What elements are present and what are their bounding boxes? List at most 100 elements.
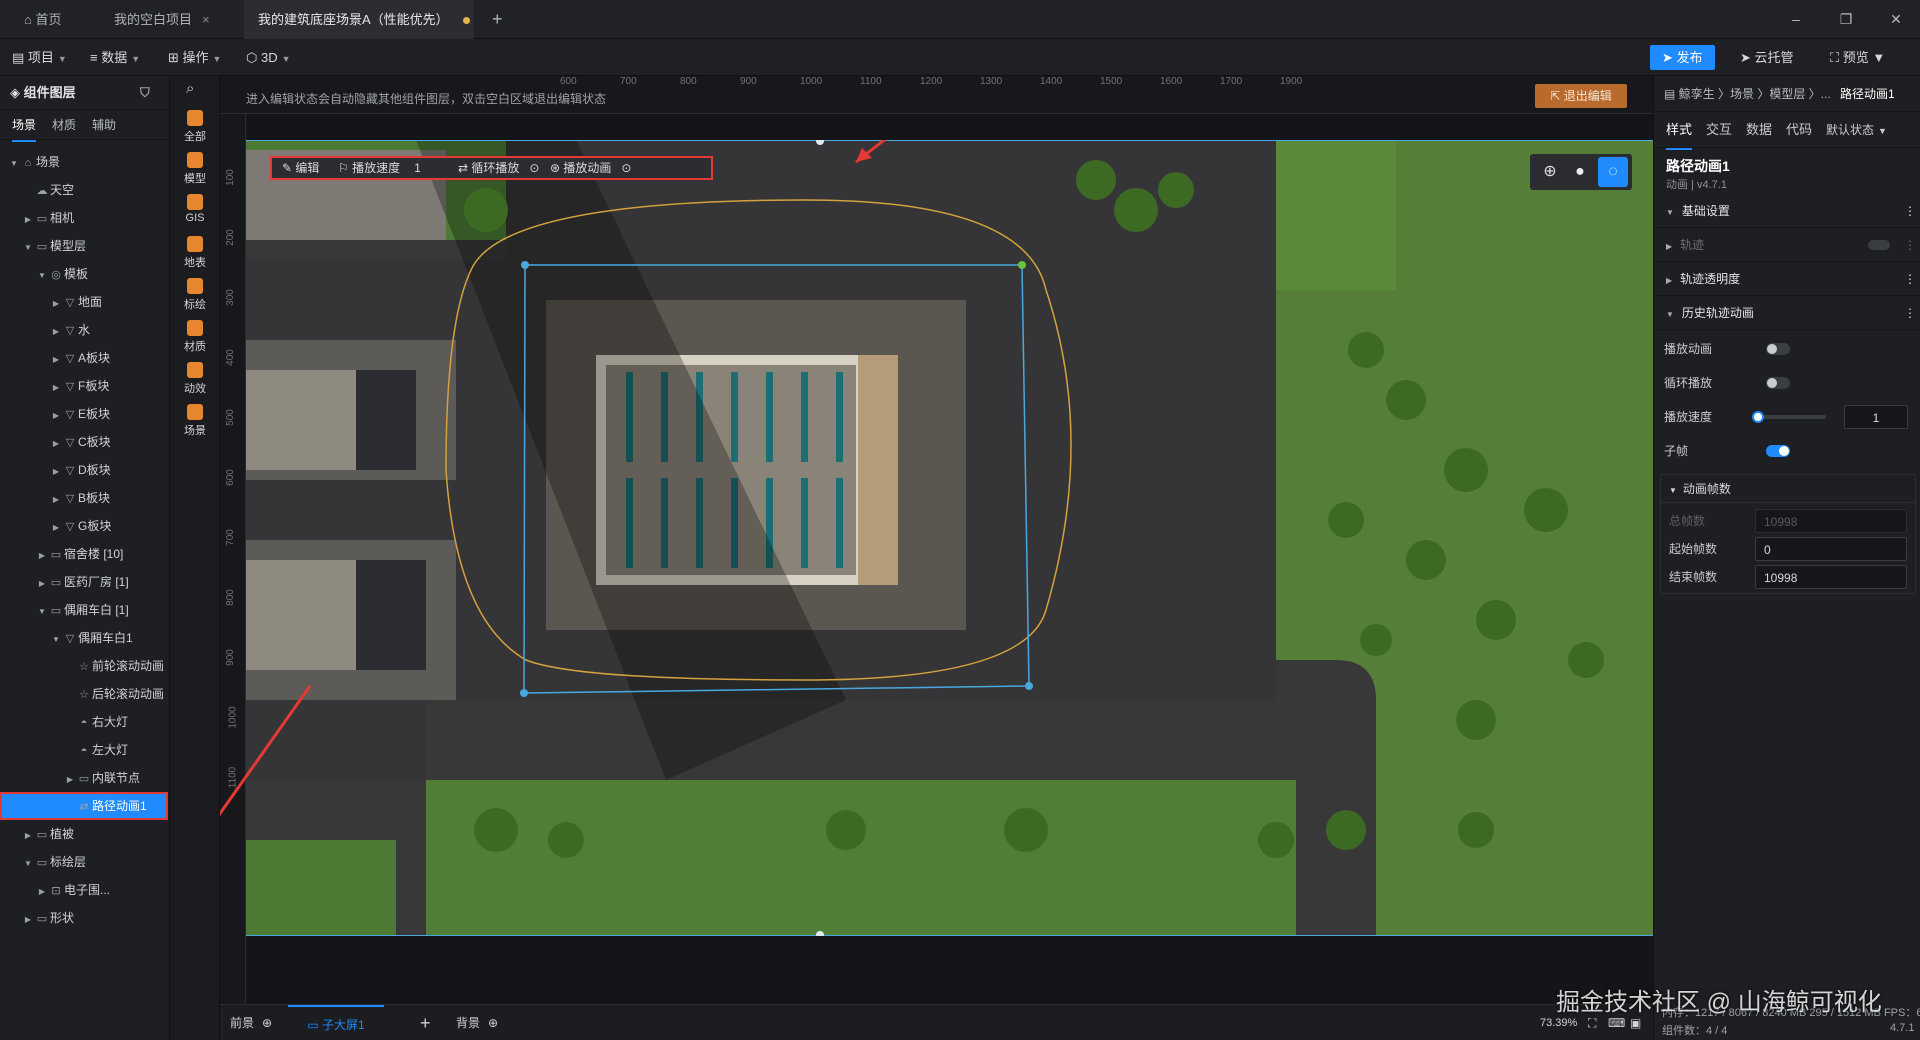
tree-item[interactable]: ▶ ▭ 植被 xyxy=(0,820,168,848)
close-icon[interactable]: × xyxy=(202,12,210,27)
category-4[interactable]: 标绘 xyxy=(170,278,220,312)
scene-viewport[interactable]: 600 700 800 900 1000 1100 1200 1300 1400 1500 1600… xyxy=(220,76,1653,1040)
chevron-right-icon[interactable]: ▶ xyxy=(22,906,34,934)
tree-item[interactable]: ▶ ▽ F板块 xyxy=(0,372,168,400)
end-frame-input[interactable]: 10998 xyxy=(1755,565,1907,589)
more-icon[interactable]: ⋮ xyxy=(1904,194,1916,228)
chevron-right-icon[interactable]: ▶ xyxy=(50,318,62,346)
tab-code[interactable]: 代码 xyxy=(1786,112,1812,148)
add-circle-icon[interactable]: ⊕ xyxy=(262,1016,272,1030)
play-animation-switch[interactable] xyxy=(1766,343,1790,355)
chevron-down-icon[interactable]: ▼ xyxy=(22,234,34,262)
minimize-button[interactable]: – xyxy=(1776,0,1816,39)
orbit-icon[interactable]: ◌ xyxy=(1598,157,1628,187)
chevron-down-icon[interactable]: ▼ xyxy=(22,850,34,878)
category-3[interactable]: 地表 xyxy=(170,236,220,270)
tree-item[interactable]: ▶ ▭ 宿舍楼 [10] xyxy=(0,540,168,568)
tree-item[interactable]: ▶ ▭ 形状 xyxy=(0,904,168,932)
tree-item[interactable]: ☁ 天空 xyxy=(0,176,168,204)
tree-item[interactable]: ▼ ▽ 偶厢车白1 xyxy=(0,624,168,652)
globe-icon[interactable]: ⊕ xyxy=(1538,160,1562,184)
menu-project[interactable]: ▤ 项目 ▼ xyxy=(12,39,67,76)
close-window-button[interactable]: ✕ xyxy=(1876,0,1916,39)
state-select[interactable]: 默认状态 ▼ xyxy=(1826,112,1887,149)
sphere-icon[interactable]: ● xyxy=(1568,160,1592,184)
tree-item[interactable]: ▶ ⊡ 电子围... xyxy=(0,876,168,904)
subframe-switch[interactable] xyxy=(1766,445,1790,457)
publish-button[interactable]: ➤ 发布 xyxy=(1650,45,1715,70)
section-track-opacity[interactable]: ▶ 轨迹透明度 ⋮ xyxy=(1654,262,1920,296)
chevron-right-icon[interactable]: ▶ xyxy=(36,878,48,906)
cloud-hosting-button[interactable]: ➤ 云托管 xyxy=(1728,45,1806,70)
tab-interaction[interactable]: 交互 xyxy=(1706,112,1732,148)
restore-button[interactable]: ❐ xyxy=(1826,0,1866,39)
tree-item[interactable]: ☆ 后轮滚动动画 xyxy=(0,680,168,708)
edit-button[interactable]: ✎ 编辑 xyxy=(282,158,319,178)
play-speed-control[interactable]: ⚐ 播放速度 1 xyxy=(338,158,421,178)
search-icon[interactable]: ⌕ xyxy=(186,80,194,97)
tree-item[interactable]: ▼ ◎ 模板 xyxy=(0,260,168,288)
category-2[interactable]: GIS xyxy=(170,194,220,224)
add-screen-button[interactable]: + xyxy=(420,1005,431,1040)
chevron-down-icon[interactable]: ▼ xyxy=(36,598,48,626)
tree-item[interactable]: ▶ ▽ 水 xyxy=(0,316,168,344)
tree-item[interactable]: ◓ 左大灯 xyxy=(0,736,168,764)
track-toggle[interactable] xyxy=(1868,240,1890,250)
category-0[interactable]: 全部 xyxy=(170,110,220,144)
tree-item[interactable]: ▶ ▽ B板块 xyxy=(0,484,168,512)
frames-header[interactable]: ▼ 动画帧数 xyxy=(1661,475,1915,503)
start-frame-input[interactable]: 0 xyxy=(1755,537,1907,561)
chevron-right-icon[interactable]: ▶ xyxy=(50,374,62,402)
background-tab[interactable]: 背景 ⊕ xyxy=(456,1005,498,1040)
tree-item[interactable]: ▶ ▽ C板块 xyxy=(0,428,168,456)
chevron-right-icon[interactable]: ▶ xyxy=(50,346,62,374)
3d-scene-canvas[interactable] xyxy=(246,140,1653,936)
slider-handle[interactable] xyxy=(1752,411,1764,423)
exit-edit-button[interactable]: ⇱ 退出编辑 xyxy=(1535,84,1627,108)
tree-item[interactable]: ☆ 前轮滚动动画 xyxy=(0,652,168,680)
loop-switch[interactable] xyxy=(1766,377,1790,389)
speed-slider[interactable] xyxy=(1752,411,1826,423)
chevron-right-icon[interactable]: ▶ xyxy=(36,570,48,598)
tab-material[interactable]: 材质 xyxy=(52,110,76,140)
tab-helper[interactable]: 辅助 xyxy=(92,110,116,140)
chevron-right-icon[interactable]: ▶ xyxy=(50,486,62,514)
tree-item[interactable]: ◓ 右大灯 xyxy=(0,708,168,736)
more-icon[interactable]: ⋮ xyxy=(1904,228,1916,262)
tree-item[interactable]: ▶ ▭ 相机 xyxy=(0,204,168,232)
chevron-right-icon[interactable]: ▶ xyxy=(50,290,62,318)
tree-item[interactable]: ▶ ▽ A板块 xyxy=(0,344,168,372)
section-basic[interactable]: ▼ 基础设置 ⋮ xyxy=(1654,194,1920,228)
tree-item[interactable]: ▶ ▽ 地面 xyxy=(0,288,168,316)
tree-item[interactable]: ▼ ▭ 模型层 xyxy=(0,232,168,260)
tree-item[interactable]: ▶ ▭ 医药厂房 [1] xyxy=(0,568,168,596)
tab-style[interactable]: 样式 xyxy=(1666,112,1693,150)
tab-blank-project[interactable]: 我的空白项目 × xyxy=(100,0,224,39)
chevron-right-icon[interactable]: ▶ xyxy=(64,766,76,794)
category-1[interactable]: 模型 xyxy=(170,152,220,186)
tab-scene[interactable]: 场景 xyxy=(12,110,37,142)
chevron-right-icon[interactable]: ▶ xyxy=(50,430,62,458)
section-track[interactable]: ▶ 轨迹 ⋮ xyxy=(1654,228,1920,262)
chevron-right-icon[interactable]: ▶ xyxy=(50,402,62,430)
section-history-animation[interactable]: ▼ 历史轨迹动画 ⋮ xyxy=(1654,296,1920,330)
preview-button[interactable]: ⛶ 预览 ▼ xyxy=(1818,45,1897,70)
chevron-down-icon[interactable]: ▼ xyxy=(8,150,20,178)
tree-item[interactable]: ▶ ▽ G板块 xyxy=(0,512,168,540)
more-icon[interactable]: ⋮ xyxy=(1904,262,1916,296)
tree-item[interactable]: ▶ ▽ D板块 xyxy=(0,456,168,484)
more-icon[interactable]: ⋮ xyxy=(1904,296,1916,330)
tree-item-selected[interactable]: ⇄ 路径动画1 xyxy=(0,792,168,820)
foreground-tab[interactable]: 前景 ⊕ xyxy=(230,1005,272,1040)
speed-input[interactable]: 1 xyxy=(1844,405,1908,429)
tree-item[interactable]: ▼ ⌂ 场景 xyxy=(0,148,168,176)
menu-data[interactable]: ≡ 数据 ▼ xyxy=(90,39,140,76)
screen-tab-1[interactable]: ▭ 子大屏1 xyxy=(288,1005,384,1040)
menu-3d[interactable]: ⬡ 3D ▼ xyxy=(246,39,291,76)
tree-item[interactable]: ▼ ▭ 偶厢车白 [1] xyxy=(0,596,168,624)
chevron-right-icon[interactable]: ▶ xyxy=(22,822,34,850)
chevron-right-icon[interactable]: ▶ xyxy=(36,542,48,570)
chevron-right-icon[interactable]: ▶ xyxy=(22,206,34,234)
chevron-right-icon[interactable]: ▶ xyxy=(50,458,62,486)
menu-operate[interactable]: ⊞ 操作 ▼ xyxy=(168,39,221,76)
